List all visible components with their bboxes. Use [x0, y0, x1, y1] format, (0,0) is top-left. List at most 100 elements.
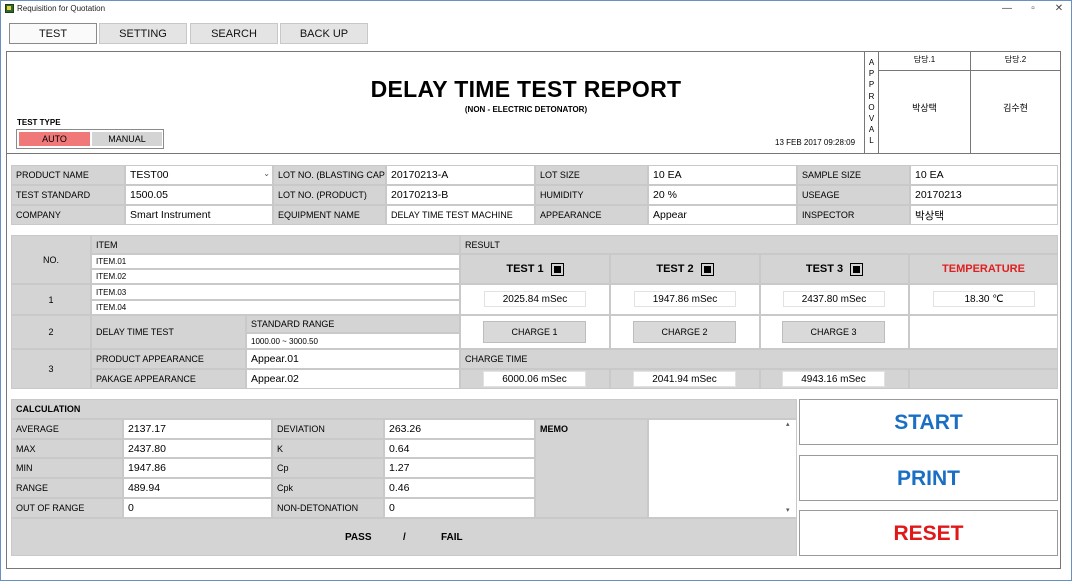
cp-value: 1.27 [384, 458, 535, 478]
row3-empty-cell [909, 369, 1058, 389]
humidity-label: HUMIDITY [535, 185, 648, 205]
lot-size-value[interactable]: 10 EA [648, 165, 797, 185]
min-label: MIN [11, 458, 123, 478]
scroll-down-icon[interactable]: ▾ [786, 506, 790, 514]
useage-value[interactable]: 20170213 [910, 185, 1058, 205]
row1-no: 1 [11, 284, 91, 315]
chevron-down-icon[interactable]: ⌄ [263, 169, 270, 178]
charge-time-label: CHARGE TIME [460, 349, 1058, 369]
tab-search[interactable]: SEARCH [190, 23, 278, 44]
test3-value: 2437.80 mSec [783, 291, 885, 307]
inspector-value[interactable]: 박상택 [910, 205, 1058, 225]
row3-no: 3 [11, 349, 91, 389]
product-name-select[interactable]: TEST00 ⌄ [125, 165, 273, 185]
test3-checkbox[interactable] [850, 262, 864, 276]
memo-scrollbar[interactable]: ▴ ▾ [785, 420, 796, 517]
deviation-label: DEVIATION [272, 419, 384, 439]
cpk-label: Cpk [272, 478, 384, 498]
tab-test[interactable]: TEST [9, 23, 97, 44]
range-label: RANGE [11, 478, 123, 498]
charge1-button[interactable]: CHARGE 1 [483, 321, 586, 343]
temperature-value: 18.30 ℃ [933, 291, 1035, 307]
restore-button[interactable]: ▫ [1020, 2, 1046, 16]
tab-setting[interactable]: SETTING [99, 23, 187, 44]
item-01: ITEM.01 [91, 254, 460, 269]
average-value: 2137.17 [123, 419, 272, 439]
appearance-value[interactable]: Appear [648, 205, 797, 225]
average-label: AVERAGE [11, 419, 123, 439]
cpk-value: 0.46 [384, 478, 535, 498]
memo-label: MEMO [535, 419, 648, 518]
scroll-up-icon[interactable]: ▴ [786, 420, 790, 428]
product-name-value: TEST00 [130, 169, 169, 181]
out-of-range-value: 0 [123, 498, 272, 518]
out-of-range-label: OUT OF RANGE [11, 498, 123, 518]
test-type-toggle: AUTO MANUAL [16, 129, 164, 149]
approver2-name: 김수현 [1003, 103, 1028, 113]
lot-product-label: LOT NO. (PRODUCT) [273, 185, 386, 205]
test2-checkbox[interactable] [700, 262, 714, 276]
lot-blasting-label: LOT NO. (BLASTING CAP) [273, 165, 386, 185]
k-label: K [272, 439, 384, 458]
test1-checkbox[interactable] [550, 262, 564, 276]
approval-letter: L [869, 136, 874, 146]
approval-letter: R [868, 91, 875, 101]
equipment-value[interactable]: DELAY TIME TEST MACHINE [386, 205, 535, 225]
item-header: ITEM [91, 235, 460, 254]
package-appearance-value[interactable]: Appear.02 [246, 369, 460, 389]
pass-fail-separator: / [403, 532, 406, 543]
sample-size-value[interactable]: 10 EA [910, 165, 1058, 185]
test1-header: TEST 1 [460, 254, 610, 284]
report-header: DELAY TIME TEST REPORT (NON - ELECTRIC D… [7, 52, 864, 154]
minimize-button[interactable]: — [994, 2, 1020, 16]
charge3-button[interactable]: CHARGE 3 [782, 321, 885, 343]
package-appearance-label: PAKAGE APPEARANCE [91, 369, 246, 389]
lot-blasting-value[interactable]: 20170213-A [386, 165, 535, 185]
product-appearance-value[interactable]: Appear.01 [246, 349, 460, 369]
humidity-value[interactable]: 20 % [648, 185, 797, 205]
memo-textarea[interactable] [648, 419, 797, 518]
approver2-title: 담당.2 [971, 52, 1060, 71]
row2-no: 2 [11, 315, 91, 349]
cp-label: Cp [272, 458, 384, 478]
approval-letter: V [868, 114, 875, 124]
test3-header: TEST 3 [760, 254, 909, 284]
test2-label: TEST 2 [656, 263, 694, 275]
close-button[interactable]: ✕ [1046, 2, 1072, 16]
reset-button[interactable]: RESET [799, 510, 1058, 556]
start-button[interactable]: START [799, 399, 1058, 445]
min-value: 1947.86 [123, 458, 272, 478]
window-title: Requisition for Quotation [17, 4, 106, 13]
no-header: NO. [11, 235, 91, 284]
approval-block: A P P R O V A L 담당.1 담당.2 박상택 김수현 [864, 52, 1060, 154]
approval-label: A P P R O V A L [865, 52, 879, 153]
item-03: ITEM.03 [91, 284, 460, 300]
auto-button[interactable]: AUTO [19, 132, 90, 146]
product-name-label: PRODUCT NAME [11, 165, 125, 185]
test-standard-value[interactable]: 1500.05 [125, 185, 273, 205]
temperature-header: TEMPERATURE [909, 254, 1058, 284]
standard-range-label: STANDARD RANGE [246, 315, 460, 333]
report-subtitle-post: ELECTRIC DETONATOR) [492, 105, 588, 114]
approval-letter: A [868, 125, 875, 135]
charge2-button[interactable]: CHARGE 2 [633, 321, 736, 343]
calculation-header: CALCULATION [11, 399, 797, 419]
test-standard-label: TEST STANDARD [11, 185, 125, 205]
manual-button[interactable]: MANUAL [92, 132, 162, 146]
tab-backup[interactable]: BACK UP [280, 23, 368, 44]
approval-letter: A [868, 58, 875, 67]
print-button[interactable]: PRINT [799, 455, 1058, 501]
useage-label: USEAGE [797, 185, 910, 205]
standard-range-value[interactable]: 1000.00 ~ 3000.50 [246, 333, 460, 349]
k-value: 0.64 [384, 439, 535, 458]
lot-product-value[interactable]: 20170213-B [386, 185, 535, 205]
non-detonation-label: NON-DETONATION [272, 498, 384, 518]
approval-letter: O [868, 102, 875, 112]
equipment-label: EQUIPMENT NAME [273, 205, 386, 225]
report-subtitle-pre: (NON - [464, 105, 493, 114]
test1-value: 2025.84 mSec [484, 291, 586, 307]
deviation-value: 263.26 [384, 419, 535, 439]
item-04: ITEM.04 [91, 300, 460, 315]
company-value[interactable]: Smart Instrument [125, 205, 273, 225]
charge-time2-value: 2041.94 mSec [633, 371, 736, 387]
